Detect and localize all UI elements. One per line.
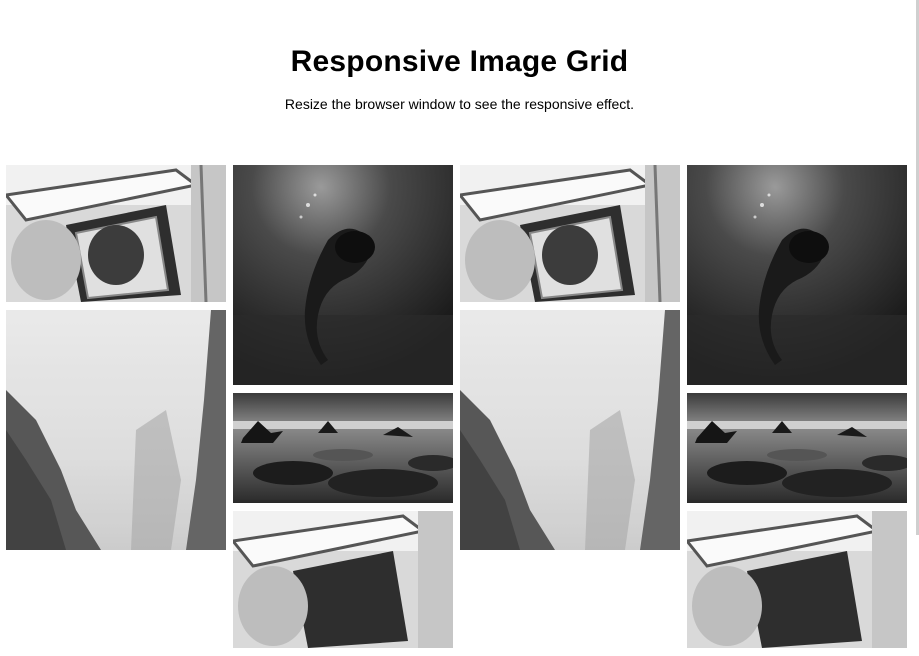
underwater-diver-photo [687, 165, 907, 385]
car-photo [687, 511, 907, 648]
fog-cliffs-photo [6, 310, 226, 550]
page-subtitle: Resize the browser window to see the res… [284, 96, 635, 112]
rocky-seashore-photo [233, 393, 453, 503]
page-title: Responsive Image Grid [290, 45, 629, 78]
car-photo [233, 511, 453, 648]
underwater-diver-photo [233, 165, 453, 385]
car-photo [460, 165, 680, 302]
rocky-seashore-photo [687, 393, 907, 503]
car-photo [6, 165, 226, 302]
grid-column-2 [233, 165, 453, 656]
grid-column-3 [460, 165, 680, 656]
grid-column-1 [6, 165, 226, 656]
grid-column-4 [687, 165, 907, 656]
fog-cliffs-photo [460, 310, 680, 550]
page-header: Responsive Image Grid Resize the browser… [0, 0, 919, 113]
image-grid [6, 165, 908, 656]
